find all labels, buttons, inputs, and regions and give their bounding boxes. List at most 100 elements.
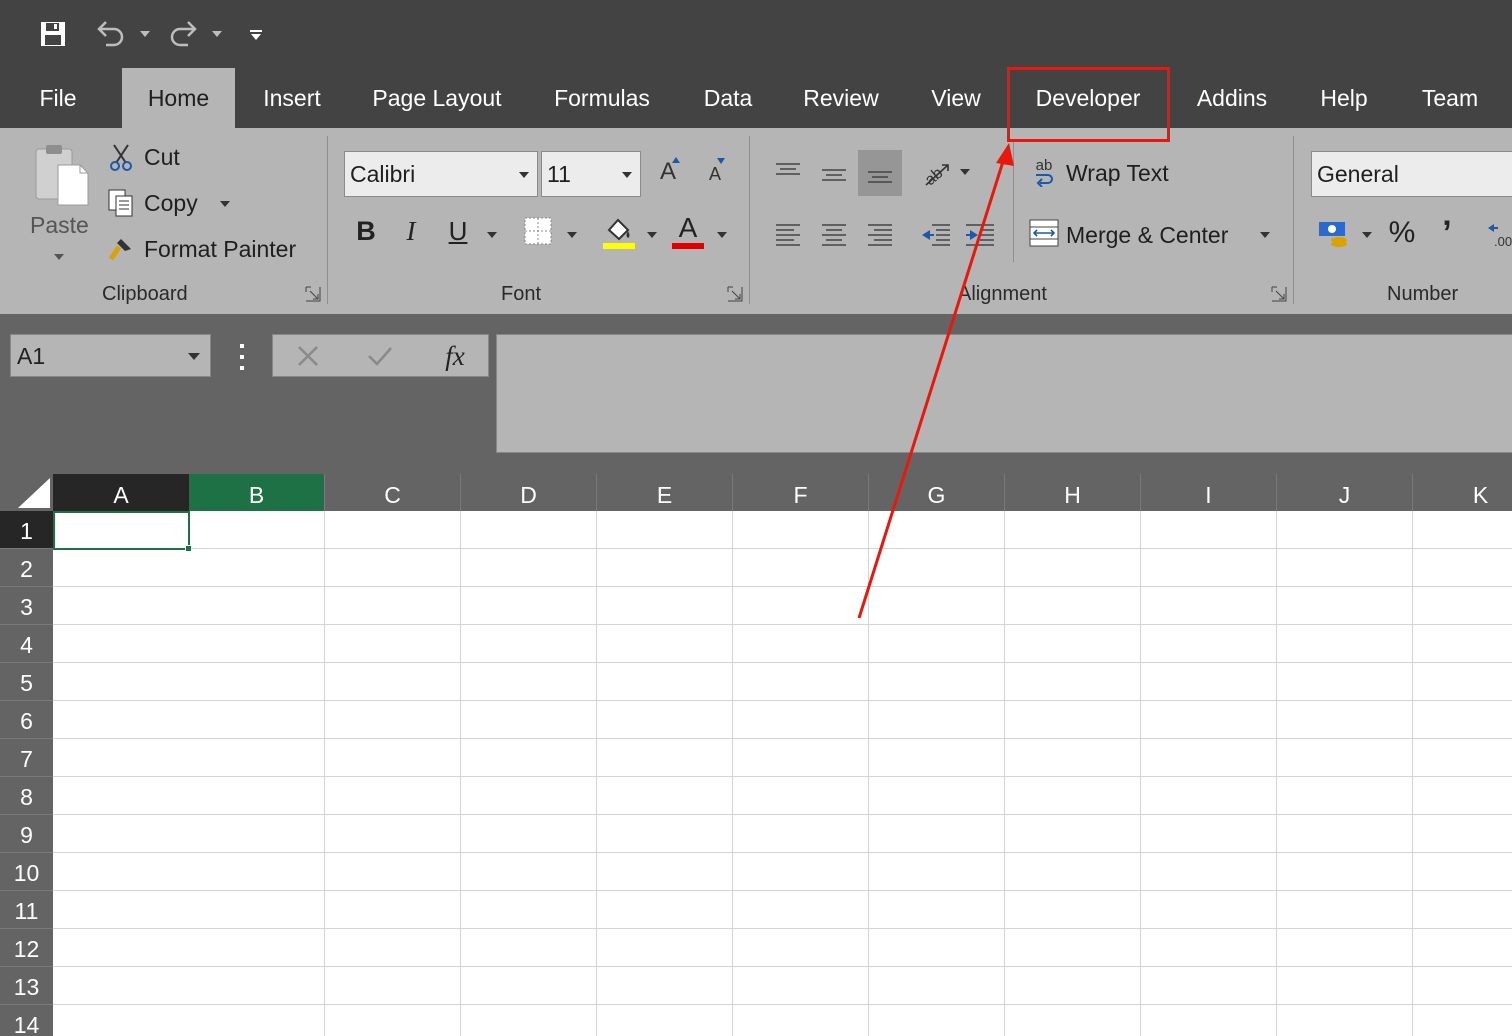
orientation-icon[interactable]: ab bbox=[918, 154, 954, 194]
cell-k11[interactable] bbox=[1413, 891, 1512, 929]
cell-g9[interactable] bbox=[869, 815, 1005, 853]
cell-b5[interactable] bbox=[189, 663, 325, 701]
cell-f11[interactable] bbox=[733, 891, 869, 929]
tab-review[interactable]: Review bbox=[790, 68, 892, 128]
borders-icon[interactable] bbox=[518, 212, 558, 250]
cell-g13[interactable] bbox=[869, 967, 1005, 1005]
cell-h6[interactable] bbox=[1005, 701, 1141, 739]
paste-icon[interactable] bbox=[28, 140, 92, 210]
tab-view[interactable]: View bbox=[918, 68, 994, 128]
accounting-dropdown-icon[interactable] bbox=[1362, 232, 1372, 238]
row-header-12[interactable]: 12 bbox=[0, 929, 53, 967]
cell-h7[interactable] bbox=[1005, 739, 1141, 777]
font-dialog-launcher-icon[interactable] bbox=[727, 286, 743, 302]
cell-b8[interactable] bbox=[189, 777, 325, 815]
cell-g14[interactable] bbox=[869, 1005, 1005, 1036]
column-header-f[interactable]: F bbox=[733, 474, 869, 511]
align-left-icon[interactable] bbox=[770, 214, 806, 254]
cell-b2[interactable] bbox=[189, 549, 325, 587]
cell-c9[interactable] bbox=[325, 815, 461, 853]
underline-dropdown-icon[interactable] bbox=[487, 232, 497, 238]
wrap-text-label[interactable]: Wrap Text bbox=[1066, 160, 1169, 187]
cell-f6[interactable] bbox=[733, 701, 869, 739]
cell-j13[interactable] bbox=[1277, 967, 1413, 1005]
column-header-h[interactable]: H bbox=[1005, 474, 1141, 511]
cell-g1[interactable] bbox=[869, 511, 1005, 549]
decrease-indent-icon[interactable] bbox=[918, 214, 954, 254]
fill-color-dropdown-icon[interactable] bbox=[647, 232, 657, 238]
cell-f4[interactable] bbox=[733, 625, 869, 663]
cell-j8[interactable] bbox=[1277, 777, 1413, 815]
cell-e3[interactable] bbox=[597, 587, 733, 625]
cell-j9[interactable] bbox=[1277, 815, 1413, 853]
column-header-g[interactable]: G bbox=[869, 474, 1005, 511]
tab-addins[interactable]: Addins bbox=[1182, 68, 1282, 128]
cancel-entry-icon[interactable] bbox=[293, 341, 323, 371]
cell-k2[interactable] bbox=[1413, 549, 1512, 587]
row-header-3[interactable]: 3 bbox=[0, 587, 53, 625]
cell-a13[interactable] bbox=[53, 967, 190, 1005]
cell-b10[interactable] bbox=[189, 853, 325, 891]
cell-c1[interactable] bbox=[325, 511, 461, 549]
cell-i7[interactable] bbox=[1141, 739, 1277, 777]
cell-f14[interactable] bbox=[733, 1005, 869, 1036]
cell-f5[interactable] bbox=[733, 663, 869, 701]
copy-label[interactable]: Copy bbox=[144, 190, 198, 217]
cell-k14[interactable] bbox=[1413, 1005, 1512, 1036]
cell-d2[interactable] bbox=[461, 549, 597, 587]
font-color-dropdown-icon[interactable] bbox=[717, 232, 727, 238]
row-header-7[interactable]: 7 bbox=[0, 739, 53, 777]
cell-e5[interactable] bbox=[597, 663, 733, 701]
cell-a7[interactable] bbox=[53, 739, 190, 777]
cell-d4[interactable] bbox=[461, 625, 597, 663]
cell-b12[interactable] bbox=[189, 929, 325, 967]
cell-e1[interactable] bbox=[597, 511, 733, 549]
cell-a8[interactable] bbox=[53, 777, 190, 815]
cell-e11[interactable] bbox=[597, 891, 733, 929]
cell-c13[interactable] bbox=[325, 967, 461, 1005]
percent-style-button[interactable]: % bbox=[1382, 212, 1422, 254]
save-icon[interactable] bbox=[36, 14, 70, 54]
cell-f12[interactable] bbox=[733, 929, 869, 967]
cell-k8[interactable] bbox=[1413, 777, 1512, 815]
name-box[interactable]: A1 bbox=[10, 334, 211, 377]
cell-i10[interactable] bbox=[1141, 853, 1277, 891]
increase-indent-icon[interactable] bbox=[962, 214, 998, 254]
format-painter-icon[interactable] bbox=[106, 234, 136, 264]
cell-h5[interactable] bbox=[1005, 663, 1141, 701]
number-format-select[interactable]: General bbox=[1311, 151, 1512, 197]
copy-icon[interactable] bbox=[106, 188, 136, 218]
tab-team[interactable]: Team bbox=[1408, 68, 1492, 128]
cell-e2[interactable] bbox=[597, 549, 733, 587]
cell-c4[interactable] bbox=[325, 625, 461, 663]
cell-b11[interactable] bbox=[189, 891, 325, 929]
cell-f10[interactable] bbox=[733, 853, 869, 891]
font-size-select[interactable]: 11 bbox=[541, 151, 641, 197]
row-header-14[interactable]: 14 bbox=[0, 1005, 53, 1036]
cell-k13[interactable] bbox=[1413, 967, 1512, 1005]
cell-a6[interactable] bbox=[53, 701, 190, 739]
copy-dropdown-icon[interactable] bbox=[220, 201, 230, 207]
cell-i1[interactable] bbox=[1141, 511, 1277, 549]
accounting-format-icon[interactable] bbox=[1314, 214, 1354, 254]
merge-center-icon[interactable] bbox=[1028, 216, 1060, 250]
row-header-6[interactable]: 6 bbox=[0, 701, 53, 739]
cell-k7[interactable] bbox=[1413, 739, 1512, 777]
cell-h1[interactable] bbox=[1005, 511, 1141, 549]
orientation-dropdown-icon[interactable] bbox=[960, 169, 970, 175]
cell-j2[interactable] bbox=[1277, 549, 1413, 587]
font-color-button[interactable]: A bbox=[670, 210, 706, 252]
cell-h2[interactable] bbox=[1005, 549, 1141, 587]
cell-b9[interactable] bbox=[189, 815, 325, 853]
cell-f3[interactable] bbox=[733, 587, 869, 625]
cell-d12[interactable] bbox=[461, 929, 597, 967]
select-all-button[interactable] bbox=[0, 474, 53, 511]
cell-d6[interactable] bbox=[461, 701, 597, 739]
cell-g2[interactable] bbox=[869, 549, 1005, 587]
cell-j1[interactable] bbox=[1277, 511, 1413, 549]
row-header-2[interactable]: 2 bbox=[0, 549, 53, 587]
cell-f2[interactable] bbox=[733, 549, 869, 587]
comma-style-button[interactable]: ’ bbox=[1432, 212, 1462, 254]
cell-e14[interactable] bbox=[597, 1005, 733, 1036]
cell-i14[interactable] bbox=[1141, 1005, 1277, 1036]
